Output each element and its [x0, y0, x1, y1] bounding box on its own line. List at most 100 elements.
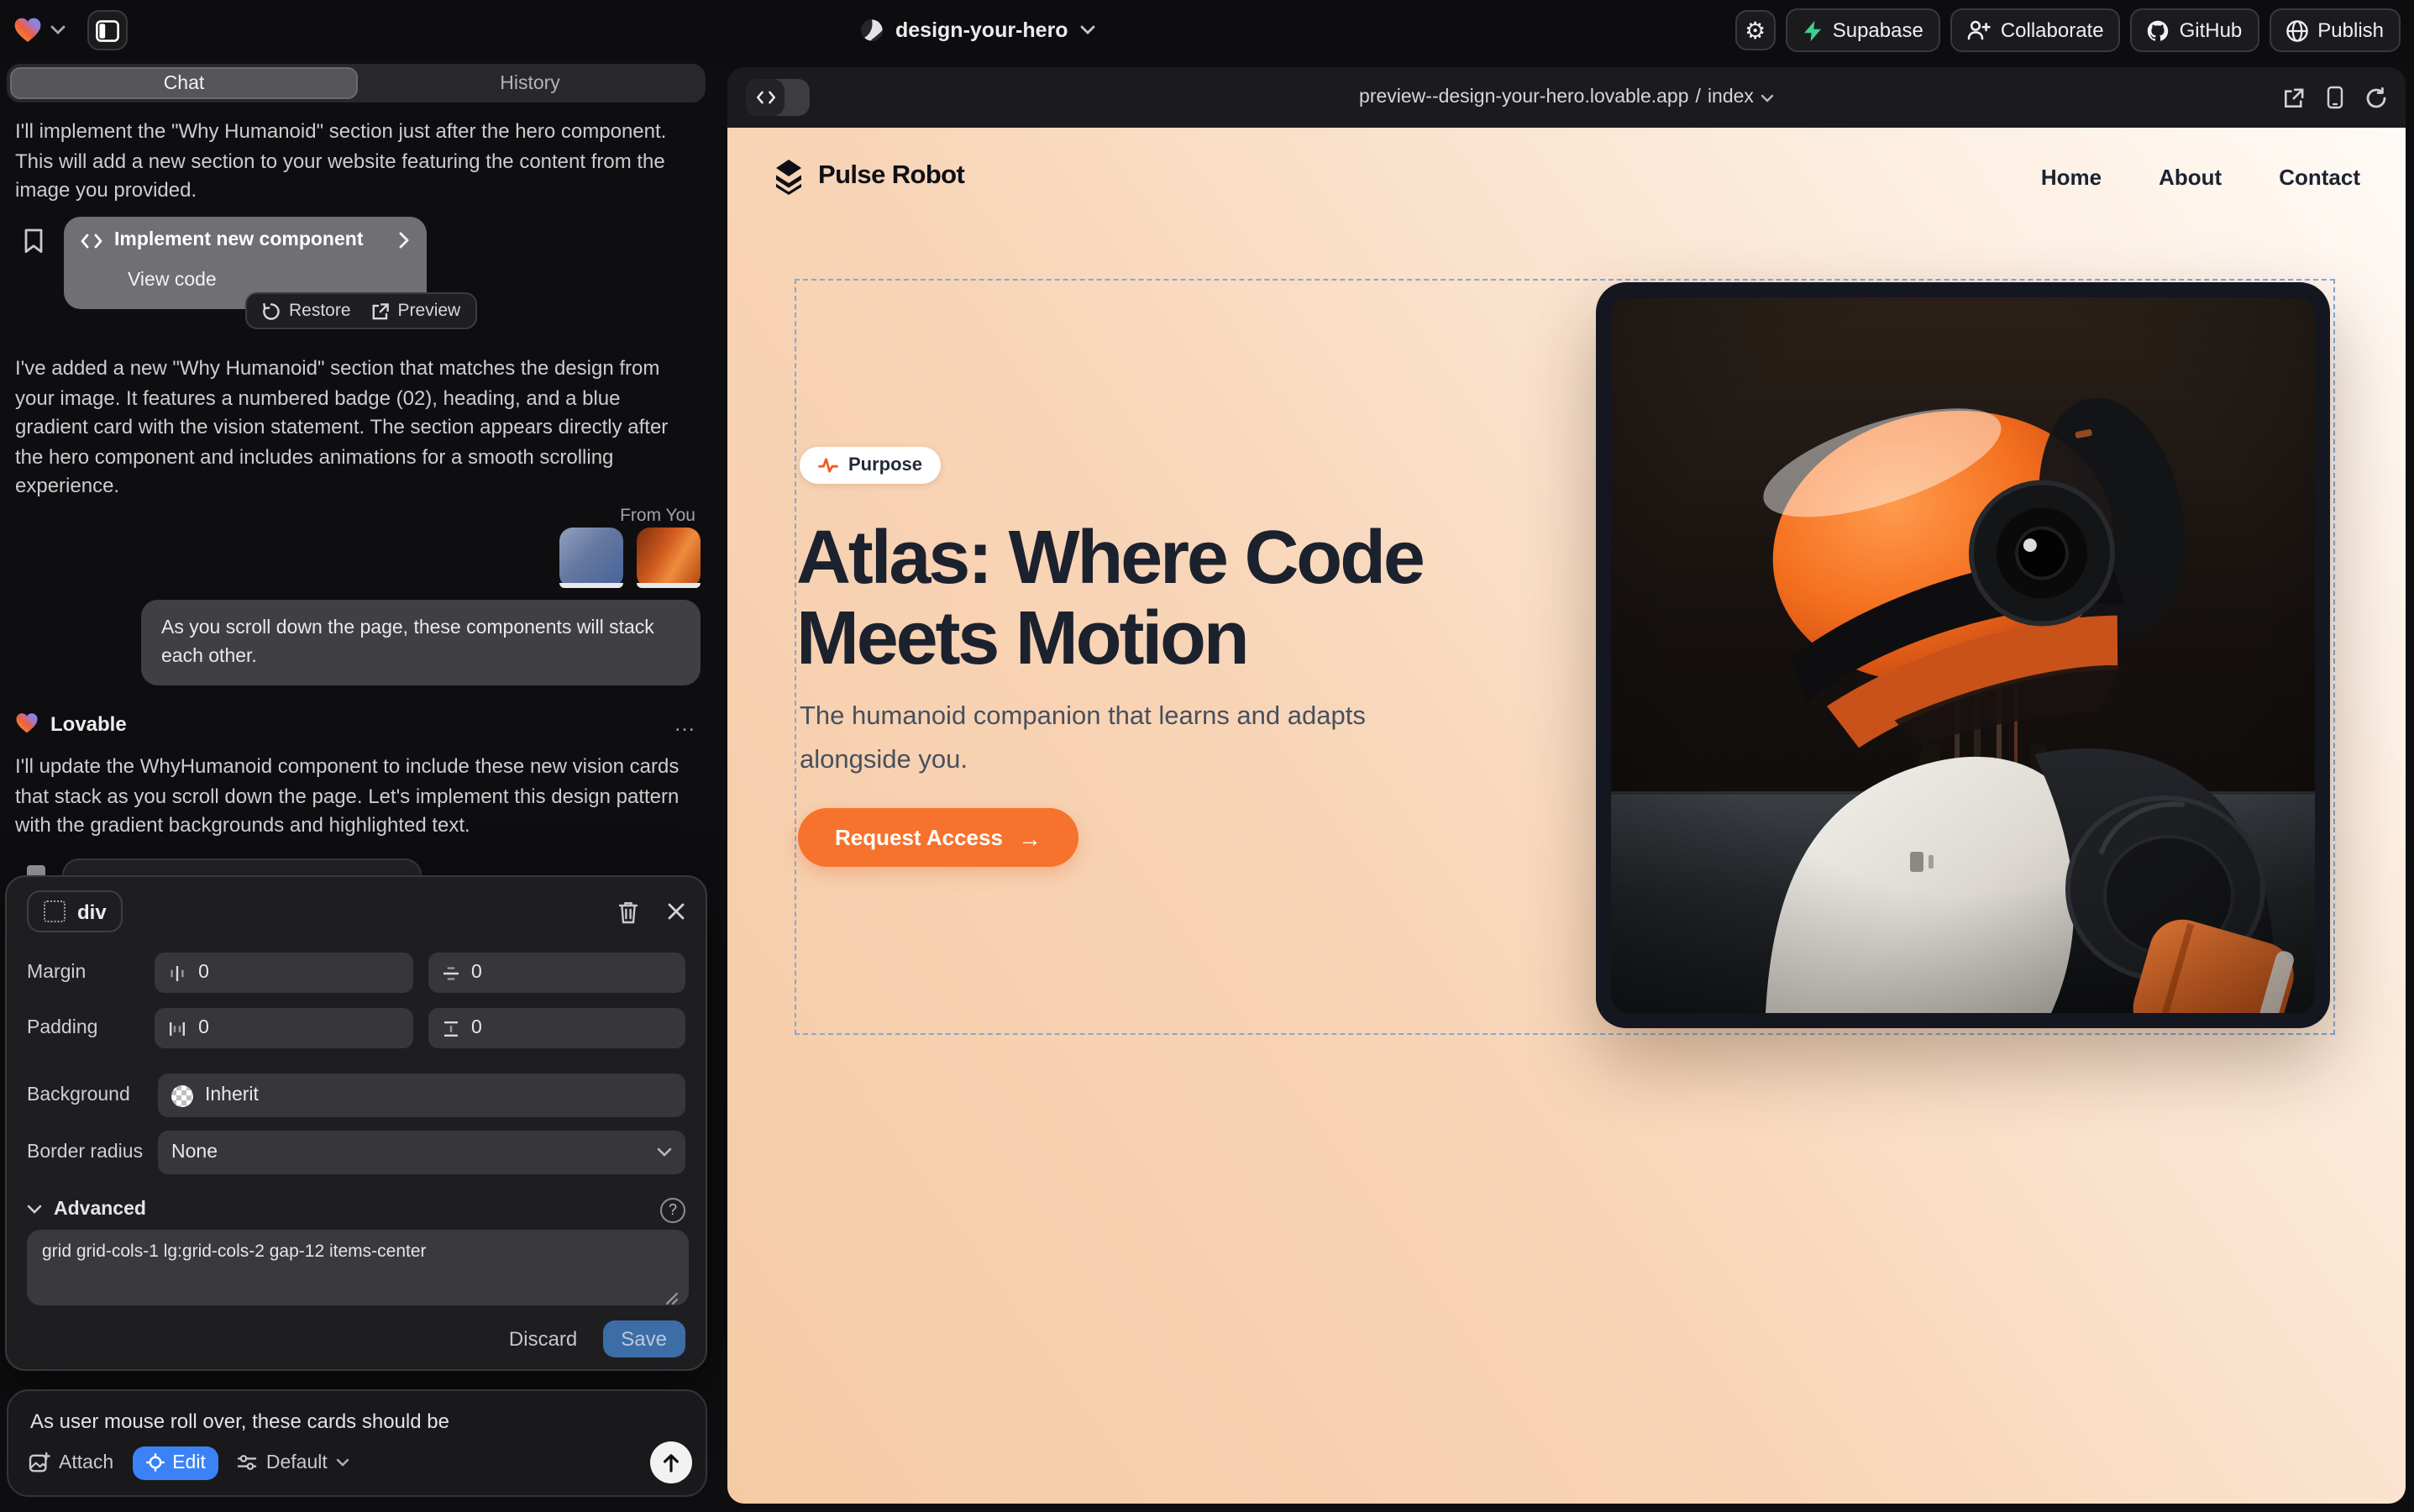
action-card-title: Implement new component: [114, 230, 386, 250]
code-icon: [755, 91, 775, 104]
restore-button[interactable]: Restore: [262, 301, 351, 321]
preview-button[interactable]: Preview: [371, 301, 461, 321]
advanced-toggle[interactable]: Advanced: [27, 1200, 146, 1220]
preview-header: preview--design-your-hero.lovable.app / …: [727, 67, 2406, 128]
settings-button[interactable]: ⚙: [1735, 10, 1776, 50]
site-nav: Home About Contact: [2041, 164, 2360, 189]
tab-chat[interactable]: Chat: [10, 67, 358, 99]
padding-y-input[interactable]: 0: [428, 1008, 685, 1048]
assistant-name: Lovable: [50, 711, 127, 735]
nav-about[interactable]: About: [2159, 164, 2222, 189]
collaborate-button[interactable]: Collaborate: [1950, 8, 2121, 52]
robot-hero-image: [1611, 297, 2315, 1013]
selected-element-chip[interactable]: div: [27, 890, 123, 932]
layers-logo-icon: [773, 159, 805, 194]
color-swatch-transparent: [171, 1084, 193, 1106]
hero-robot-card: [1596, 282, 2330, 1028]
margin-x-input[interactable]: 0: [155, 953, 412, 993]
open-in-new-tab-button[interactable]: [2283, 87, 2305, 108]
pulse-icon: [818, 455, 838, 475]
chevron-right-icon: [398, 232, 410, 249]
globe-icon: [2285, 19, 2307, 41]
more-menu-icon[interactable]: …: [674, 711, 697, 736]
attachment-thumbnail-blue[interactable]: [559, 528, 623, 588]
sliders-icon: [238, 1453, 258, 1472]
refresh-button[interactable]: [2365, 87, 2387, 108]
chevron-down-icon: [657, 1147, 672, 1158]
save-button[interactable]: Save: [602, 1320, 685, 1357]
element-tag: div: [77, 900, 107, 923]
github-button[interactable]: GitHub: [2131, 8, 2259, 52]
attach-button[interactable]: Attach: [29, 1452, 113, 1473]
preview-panel: preview--design-your-hero.lovable.app / …: [727, 67, 2406, 1504]
supabase-button[interactable]: Supabase: [1786, 8, 1940, 52]
close-icon: [667, 902, 685, 921]
mode-select[interactable]: Default: [238, 1452, 349, 1473]
from-you-label: From You: [620, 506, 695, 526]
hero-heading: Atlas: Where Code Meets Motion: [796, 517, 1423, 679]
site-brand[interactable]: Pulse Robot: [773, 159, 964, 194]
preview-page: Pulse Robot Home About Contact Purpose A…: [727, 128, 2406, 1504]
project-chevron-down-icon: [1080, 25, 1095, 35]
user-message-bubble: As you scroll down the page, these compo…: [141, 600, 701, 685]
badge-label: Purpose: [848, 455, 922, 475]
refresh-icon: [2365, 87, 2387, 108]
arrow-up-icon: [662, 1452, 680, 1473]
background-input[interactable]: Inherit: [158, 1074, 685, 1117]
restore-icon: [262, 302, 281, 320]
attach-image-icon: [29, 1452, 50, 1473]
margin-label: Margin: [27, 963, 155, 983]
attachment-thumbnail-orange[interactable]: [637, 528, 701, 588]
gear-icon: ⚙: [1745, 18, 1766, 42]
supabase-bolt-icon: [1803, 19, 1823, 41]
delete-element-button[interactable]: [618, 900, 638, 923]
padding-x-input[interactable]: 0: [155, 1008, 412, 1048]
border-radius-label: Border radius: [27, 1142, 158, 1163]
discard-button[interactable]: Discard: [509, 1327, 577, 1351]
trash-icon: [618, 900, 638, 923]
send-button[interactable]: [650, 1441, 692, 1483]
border-radius-select[interactable]: None: [158, 1131, 685, 1174]
code-preview-toggle[interactable]: [746, 79, 810, 116]
code-icon: [81, 233, 102, 248]
close-inspector-button[interactable]: [667, 902, 685, 921]
purpose-badge: Purpose: [800, 447, 941, 484]
edit-mode-button[interactable]: Edit: [132, 1446, 219, 1479]
help-icon[interactable]: ?: [660, 1197, 685, 1222]
element-box-icon: [44, 900, 66, 922]
assistant-message-3: I'll update the WhyHumanoid component to…: [15, 753, 697, 841]
preview-url-bar: preview--design-your-hero.lovable.app / …: [727, 67, 2406, 128]
mobile-view-button[interactable]: [2327, 86, 2343, 109]
background-label: Background: [27, 1085, 158, 1105]
preview-page-select[interactable]: index: [1708, 87, 1754, 108]
external-link-icon: [2283, 87, 2305, 108]
padding-vertical-icon: [441, 1019, 459, 1037]
project-name: design-your-hero: [895, 18, 1068, 42]
bookmark-icon[interactable]: [24, 228, 44, 254]
project-sphere-icon: [860, 18, 884, 42]
advanced-chevron-icon: [27, 1205, 42, 1215]
lovable-heart-logo[interactable]: [13, 17, 42, 44]
panel-left-icon: [96, 19, 119, 41]
project-switcher[interactable]: design-your-hero: [860, 0, 1095, 60]
composer-input[interactable]: As user mouse roll over, these cards sho…: [30, 1410, 685, 1433]
sidebar-toggle-button[interactable]: [87, 10, 128, 50]
request-access-button[interactable]: Request Access →: [798, 808, 1078, 867]
github-icon: [2148, 19, 2170, 41]
tab-history[interactable]: History: [358, 67, 702, 99]
preview-url[interactable]: preview--design-your-hero.lovable.app: [1359, 87, 1689, 108]
publish-button[interactable]: Publish: [2269, 8, 2401, 52]
external-link-icon: [371, 302, 390, 320]
padding-label: Padding: [27, 1018, 155, 1038]
arrow-right-icon: →: [1018, 824, 1042, 851]
nav-contact[interactable]: Contact: [2279, 164, 2360, 189]
workspace-chevron-down-icon[interactable]: [50, 25, 66, 35]
nav-home[interactable]: Home: [2041, 164, 2102, 189]
screenshot-stage: design-your-hero ⚙ Supabase Collaborate: [0, 0, 2414, 1512]
chat-composer: As user mouse roll over, these cards sho…: [7, 1389, 707, 1497]
view-code-link[interactable]: View code: [128, 270, 217, 291]
advanced-classes-textarea[interactable]: grid grid-cols-1 lg:grid-cols-2 gap-12 i…: [27, 1230, 689, 1305]
margin-y-input[interactable]: 0: [428, 953, 685, 993]
target-icon: [145, 1453, 164, 1472]
smartphone-icon: [2327, 86, 2343, 109]
